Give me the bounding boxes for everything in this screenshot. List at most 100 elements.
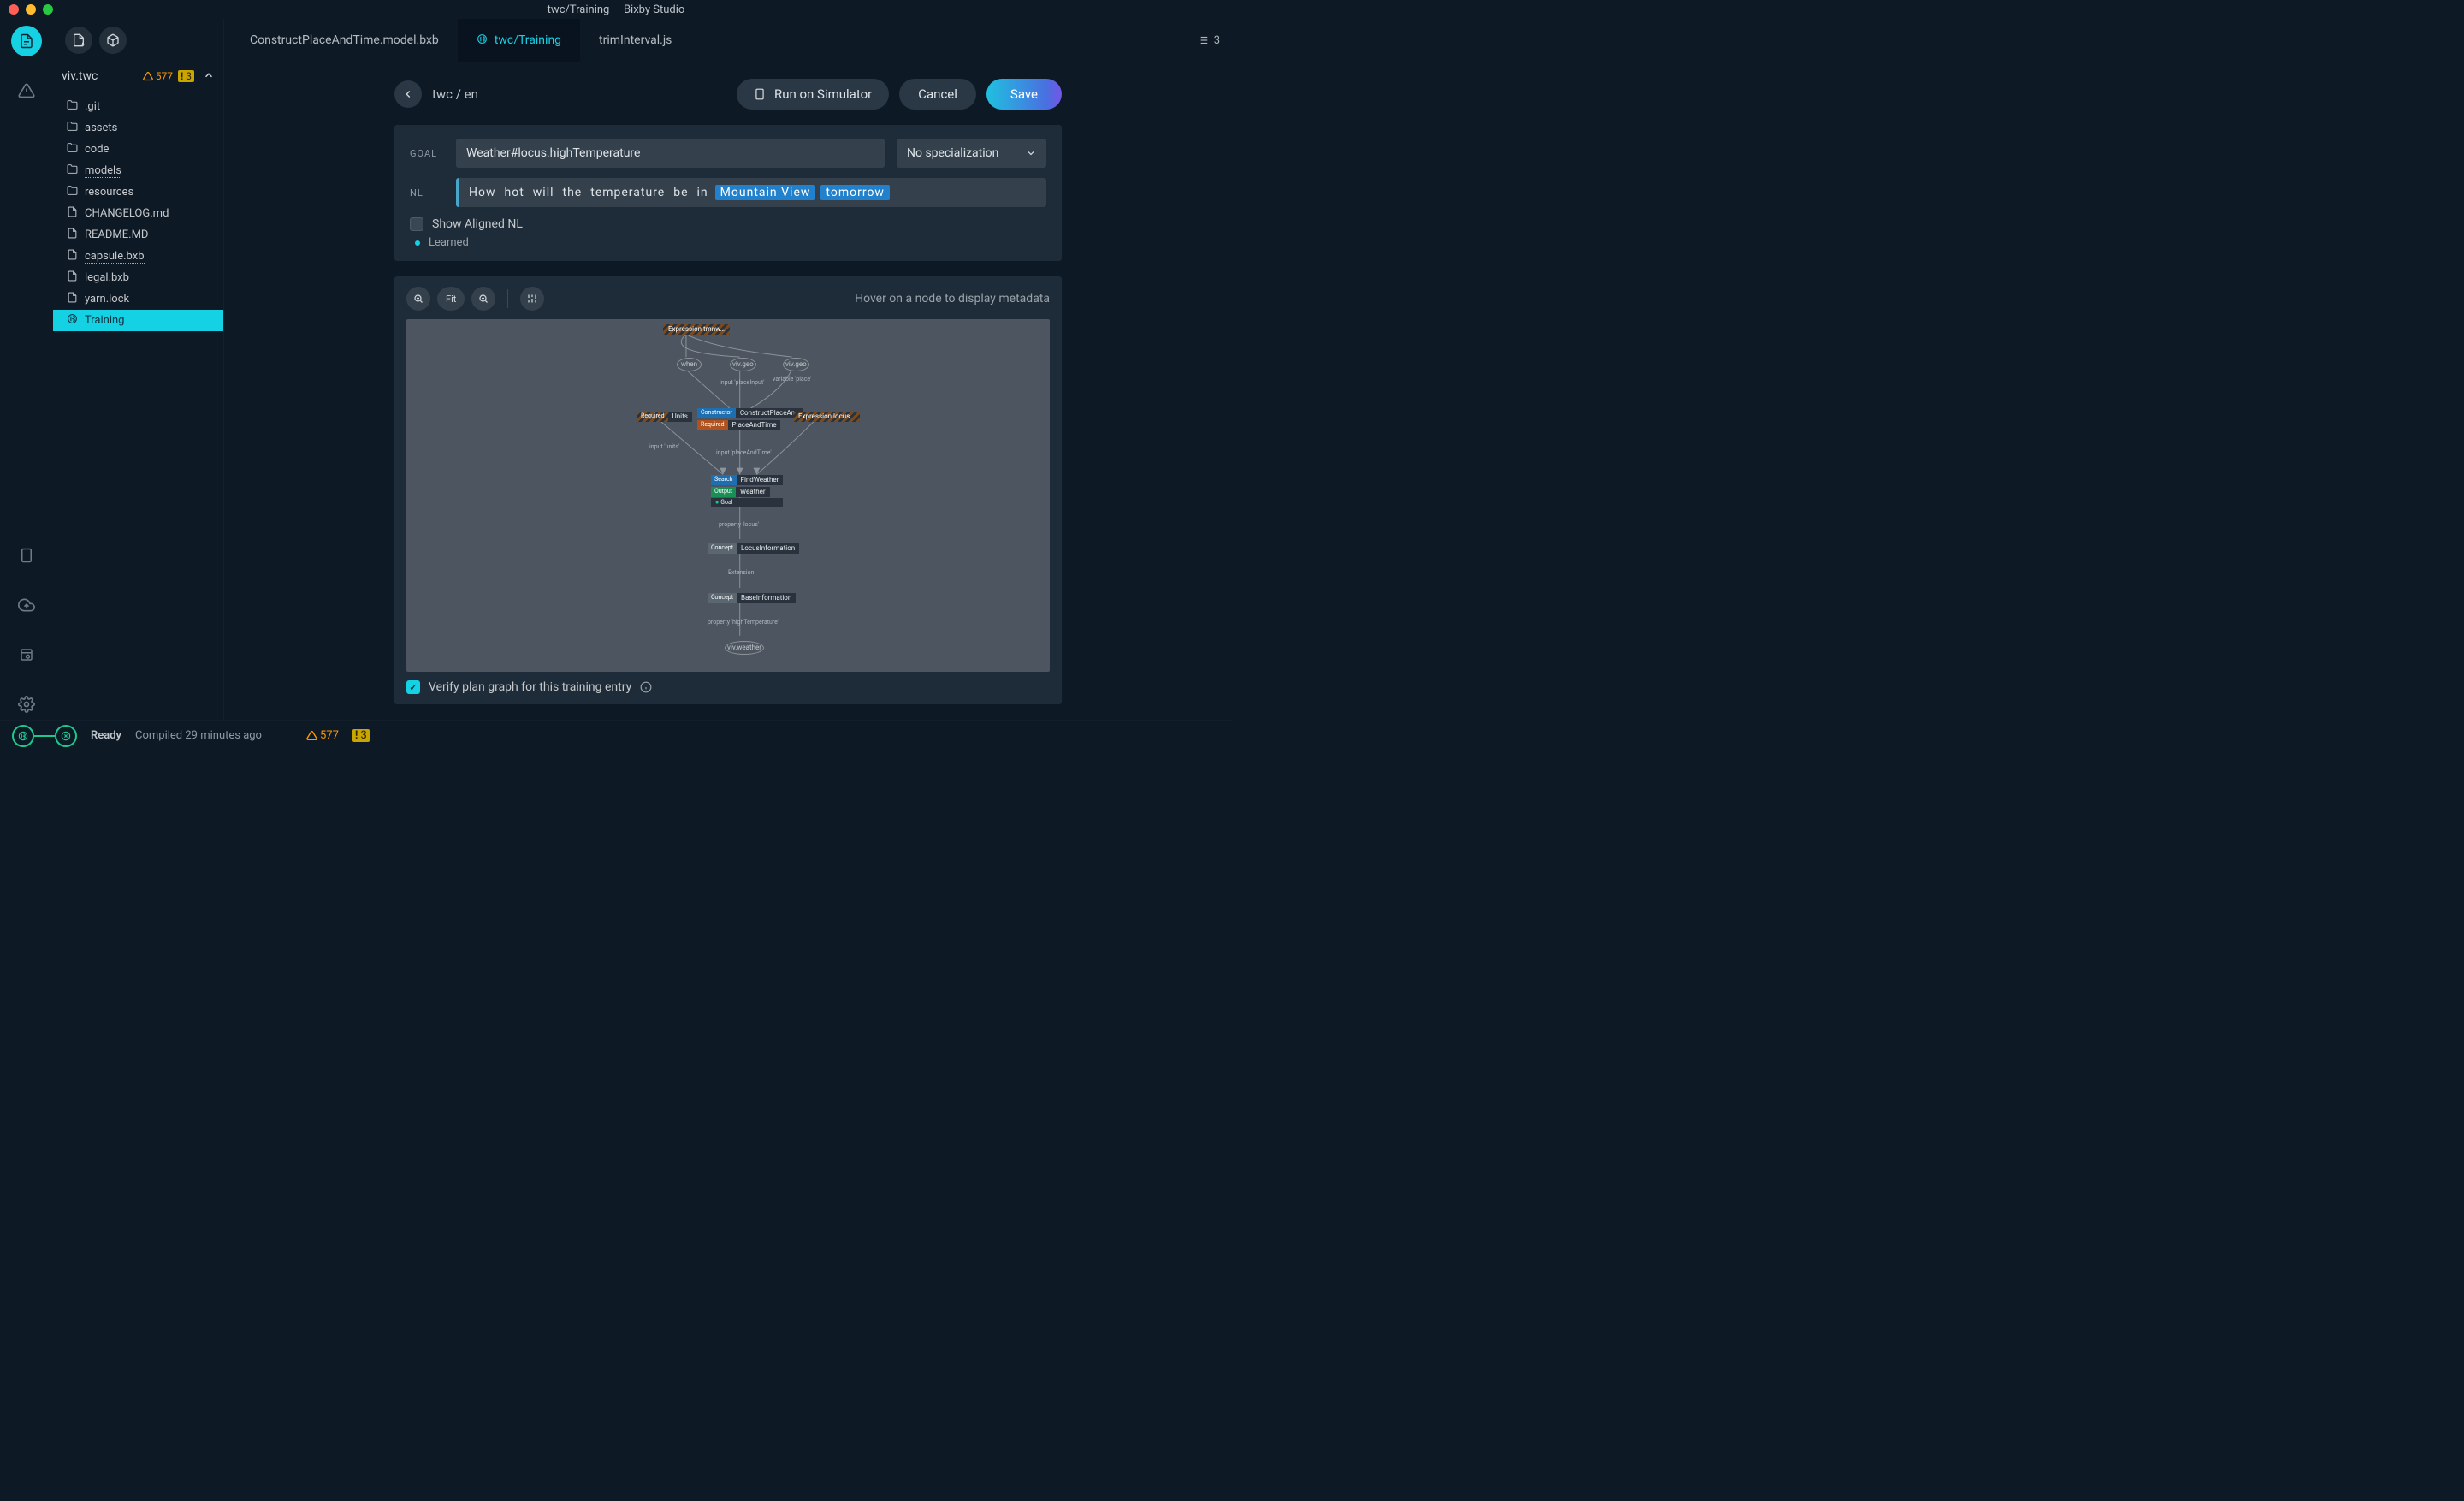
training-form: GOAL No specialization NL Howhotwillthet… bbox=[394, 125, 1062, 261]
tab-twc-Training[interactable]: twc/Training bbox=[458, 19, 580, 62]
file-icon bbox=[67, 206, 78, 221]
nl-token[interactable]: tomorrow bbox=[820, 185, 890, 200]
node-vivgeo1[interactable]: viv.geo bbox=[730, 358, 756, 371]
edge-label: variable 'place' bbox=[773, 376, 811, 383]
graph-hint: Hover on a node to display metadata bbox=[855, 292, 1050, 306]
tree-item-CHANGELOG-md[interactable]: CHANGELOG.md bbox=[53, 203, 223, 224]
tree-item-label: legal.bxb bbox=[85, 271, 129, 284]
node-constructor[interactable]: ConstructorConstructPlaceAn… RequiredPla… bbox=[697, 408, 803, 430]
rail-simulator[interactable] bbox=[11, 540, 42, 571]
zoom-in-button[interactable] bbox=[406, 287, 430, 311]
back-button[interactable] bbox=[394, 80, 422, 108]
tree-item-capsule-bxb[interactable]: capsule.bxb bbox=[53, 246, 223, 267]
cancel-button[interactable]: Cancel bbox=[899, 79, 976, 110]
node-locusinfo[interactable]: ConceptLocusInformation bbox=[708, 543, 799, 554]
nl-token[interactable]: be bbox=[672, 185, 690, 200]
nl-token[interactable]: Mountain View bbox=[715, 185, 816, 200]
node-findweather[interactable]: SearchFindWeather OutputWeather ● Goal bbox=[711, 475, 783, 507]
tree-item-resources[interactable]: resources bbox=[53, 181, 223, 203]
tree-item-label: .git bbox=[85, 100, 100, 113]
chevron-up-icon[interactable] bbox=[203, 69, 215, 84]
status-err-badge[interactable]: !3 bbox=[352, 729, 370, 742]
tab-label: twc/Training bbox=[495, 33, 561, 47]
folder-icon bbox=[67, 163, 78, 178]
tree-item-models[interactable]: models bbox=[53, 160, 223, 181]
tree-item-label: CHANGELOG.md bbox=[85, 207, 169, 220]
rail-library[interactable] bbox=[11, 639, 42, 670]
titlebar: twc/Training — Bixby Studio bbox=[0, 0, 1232, 19]
training-toolbar: twc / en Run on Simulator Cancel Save bbox=[394, 79, 1062, 110]
learned-label: Learned bbox=[429, 236, 469, 249]
tab-trimInterval-js[interactable]: trimInterval.js bbox=[580, 19, 690, 62]
capsule-header[interactable]: viv.twc 577 !3 bbox=[53, 62, 223, 91]
window-title: twc/Training — Bixby Studio bbox=[0, 3, 1232, 16]
tree-item-label: models bbox=[85, 164, 121, 178]
tree-item-Training[interactable]: Training bbox=[53, 310, 223, 331]
folder-icon bbox=[67, 99, 78, 114]
tab-label: trimInterval.js bbox=[599, 33, 672, 47]
bixby-badge-icon bbox=[12, 725, 34, 747]
node-baseinfo[interactable]: ConceptBaseInformation bbox=[708, 593, 796, 603]
status-warn-badge[interactable]: 577 bbox=[306, 729, 339, 742]
status-ready: Ready bbox=[91, 729, 121, 742]
package-button[interactable] bbox=[99, 27, 127, 54]
bixby-icon bbox=[477, 33, 488, 48]
save-button[interactable]: Save bbox=[986, 79, 1062, 110]
editor-area: ConstructPlaceAndTime.model.bxb twc/Train… bbox=[224, 19, 1232, 720]
nl-token[interactable]: will bbox=[531, 185, 556, 200]
zoom-fit-button[interactable]: Fit bbox=[437, 287, 465, 311]
breadcrumb: twc / en bbox=[432, 86, 478, 102]
rail-cloud[interactable] bbox=[11, 590, 42, 620]
edge-label: property 'highTemperature' bbox=[708, 619, 779, 626]
tab-ConstructPlaceAndTime-model-bxb[interactable]: ConstructPlaceAndTime.model.bxb bbox=[231, 19, 458, 62]
tree-item-yarn-lock[interactable]: yarn.lock bbox=[53, 288, 223, 310]
edge-label: input 'placeInput' bbox=[720, 379, 764, 386]
tree-item-assets[interactable]: assets bbox=[53, 117, 223, 139]
verify-label: Verify plan graph for this training entr… bbox=[429, 680, 631, 694]
nl-token[interactable]: How bbox=[467, 185, 498, 200]
nl-token[interactable]: hot bbox=[503, 185, 526, 200]
nl-input[interactable]: Howhotwillthe temperature bein Mountain Vie… bbox=[456, 178, 1046, 207]
tree-item-code[interactable]: code bbox=[53, 139, 223, 160]
tree-item-legal-bxb[interactable]: legal.bxb bbox=[53, 267, 223, 288]
sidebar: viv.twc 577 !3 .git assets code models resou… bbox=[53, 19, 224, 720]
tab-right-indicator[interactable]: 3 bbox=[1197, 19, 1232, 62]
rail-files[interactable] bbox=[11, 26, 42, 56]
specialization-select[interactable]: No specialization bbox=[897, 139, 1046, 168]
node-vivgeo2[interactable]: viv.geo bbox=[783, 358, 809, 371]
nl-token[interactable]: the bbox=[561, 185, 584, 200]
rail-settings[interactable] bbox=[11, 689, 42, 720]
node-units[interactable]: RequiredUnits bbox=[637, 412, 692, 422]
goal-input[interactable] bbox=[456, 139, 885, 168]
folder-icon bbox=[67, 142, 78, 157]
show-aligned-checkbox[interactable] bbox=[410, 217, 424, 231]
tree-item-label: code bbox=[85, 143, 109, 156]
node-when[interactable]: when bbox=[677, 358, 702, 371]
run-simulator-button[interactable]: Run on Simulator bbox=[737, 79, 889, 110]
node-vivweather[interactable]: viv.weather bbox=[725, 641, 764, 655]
node-expression2[interactable]: Expression locus… bbox=[793, 412, 860, 422]
rail-warnings[interactable] bbox=[11, 75, 42, 106]
file-tree: .git assets code models resources CHANGELOG.m… bbox=[53, 91, 223, 331]
run-label: Run on Simulator bbox=[774, 86, 872, 102]
file-icon bbox=[67, 228, 78, 242]
zoom-out-button[interactable] bbox=[471, 287, 495, 311]
statusbar: Ready Compiled 29 minutes ago 577 !3 bbox=[0, 720, 1232, 750]
nl-label: NL bbox=[410, 187, 444, 199]
folder-icon bbox=[67, 185, 78, 199]
file-icon bbox=[67, 292, 78, 306]
new-file-button[interactable] bbox=[65, 27, 92, 54]
warn-badge: 577 bbox=[143, 70, 173, 82]
info-icon[interactable] bbox=[640, 681, 652, 693]
tree-item-label: README.MD bbox=[85, 228, 148, 241]
tabstrip: ConstructPlaceAndTime.model.bxb twc/Train… bbox=[224, 19, 1232, 62]
verify-checkbox[interactable] bbox=[406, 680, 420, 694]
graph-settings-button[interactable] bbox=[520, 287, 544, 311]
plan-graph[interactable]: Expression tmnw… when viv.geo viv.geo in… bbox=[406, 319, 1050, 672]
nl-token[interactable]: temperature bbox=[589, 185, 666, 200]
connection-status[interactable] bbox=[12, 725, 77, 747]
tree-item--git[interactable]: .git bbox=[53, 96, 223, 117]
node-expression[interactable]: Expression tmnw… bbox=[663, 324, 730, 335]
tree-item-README-MD[interactable]: README.MD bbox=[53, 224, 223, 246]
nl-token[interactable]: in bbox=[696, 185, 710, 200]
